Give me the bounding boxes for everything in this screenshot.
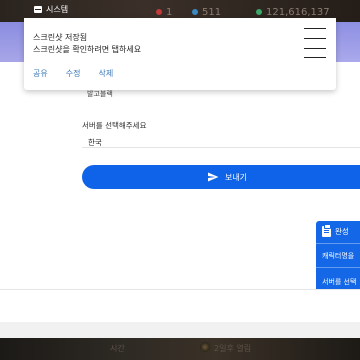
divider	[316, 243, 360, 244]
completion-title: 완성	[335, 227, 349, 236]
delete-action[interactable]: 삭제	[98, 68, 113, 79]
edit-action[interactable]: 수정	[66, 68, 81, 79]
divider	[0, 289, 360, 290]
bottom-game-strip: 시간 2일후 열림	[0, 338, 360, 360]
right-header-strip	[336, 22, 360, 62]
game-strip-left-text: 시간	[110, 344, 125, 353]
blue-orb-icon	[192, 9, 198, 15]
send-button[interactable]: 보내기	[82, 165, 360, 189]
red-orb-icon	[156, 9, 162, 15]
completion-header: 완성	[322, 224, 349, 237]
nickname-input[interactable]: 발고블랙	[82, 90, 360, 106]
stat-value-3: 121,616,137	[266, 7, 330, 18]
notification-actions: 공유 수정 삭제	[33, 68, 113, 79]
orb-icon	[200, 342, 210, 352]
clipboard-icon	[322, 224, 331, 237]
share-action[interactable]: 공유	[33, 68, 48, 79]
green-orb-icon	[256, 9, 262, 15]
system-label-text: 시스템	[46, 4, 69, 14]
system-icon	[34, 5, 42, 13]
server-select[interactable]: 한국	[82, 130, 360, 148]
left-header-strip	[0, 22, 24, 62]
send-icon	[207, 172, 219, 182]
completion-panel[interactable]: 완성 캐릭터명을 서버를 선택	[316, 221, 360, 289]
screenshot-notification[interactable]: 스크린샷 저장됨 스크린샷을 확인하려면 탭하세요 공유 수정 삭제	[24, 18, 336, 90]
system-label: 시스템	[34, 0, 68, 18]
notification-title: 스크린샷 저장됨	[33, 33, 88, 42]
divider	[316, 267, 360, 268]
game-strip-right-text: 2일후 열림	[214, 344, 252, 353]
completion-line-2: 서버를 선택	[322, 278, 357, 286]
screenshot-thumbnail[interactable]	[304, 28, 326, 58]
notification-text: 스크린샷을 확인하려면 탭하세요	[33, 45, 142, 54]
grey-band	[0, 322, 360, 338]
send-label: 보내기	[224, 172, 248, 182]
stat-value-2: 511	[202, 7, 222, 18]
stat-value-1: 1	[166, 7, 173, 18]
completion-line-1: 캐릭터명을	[322, 252, 355, 260]
